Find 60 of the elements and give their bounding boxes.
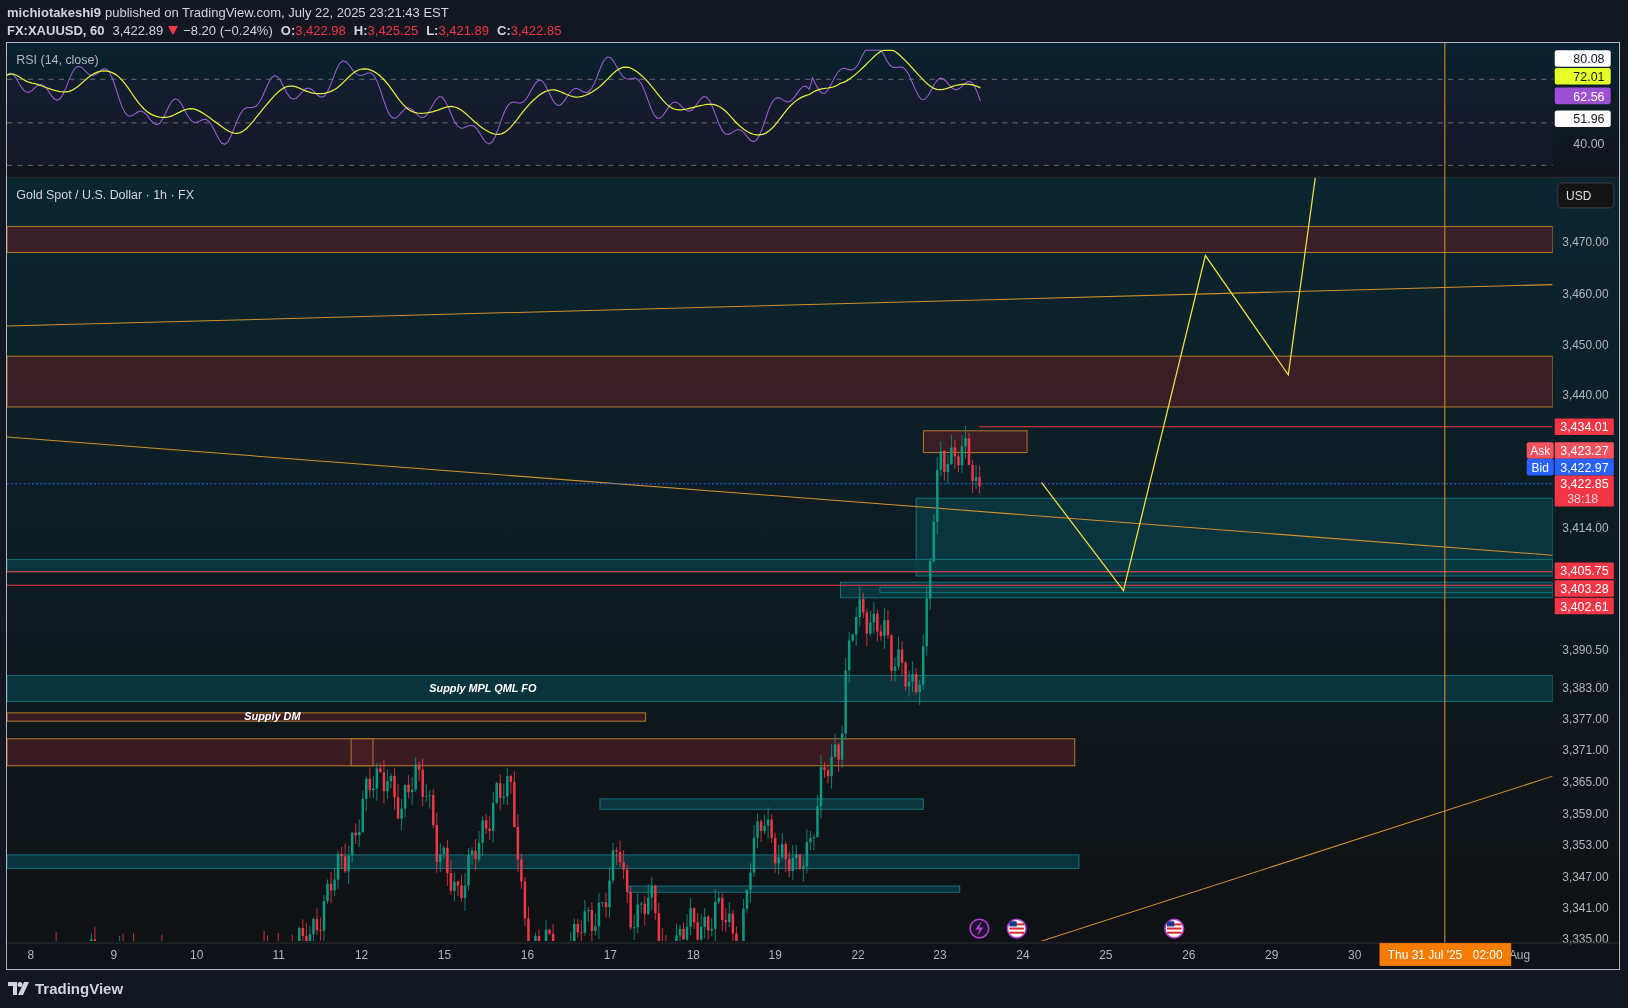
- time-label: 15: [437, 947, 452, 962]
- zone-label: Supply MPL QML FO: [429, 682, 537, 695]
- brand-name[interactable]: TradingView: [35, 979, 124, 997]
- price-tick: 3,353.00: [1562, 837, 1609, 852]
- ohlc-value: 3,421.89: [438, 22, 490, 38]
- time-label: 30: [1348, 947, 1362, 962]
- ohlc-label: O:: [280, 22, 296, 38]
- rsi-value-badge: 51.96: [1554, 110, 1611, 127]
- symbol-interval: FX:XAUUSD, 60: [7, 22, 105, 38]
- price-tick: 3,365.00: [1562, 775, 1609, 790]
- time-label: 29: [1265, 947, 1279, 962]
- author-name[interactable]: michiotakeshi9: [7, 4, 101, 20]
- price-tick: 3,470.00: [1562, 235, 1609, 250]
- currency-button[interactable]: USD: [1557, 182, 1615, 209]
- time-label: 17: [603, 947, 617, 962]
- ohlc-label: C:: [497, 22, 511, 38]
- crosshair-date-badge: Thu 31 Jul '25 02:00: [1379, 943, 1512, 966]
- price-tick: 3,335.00: [1562, 932, 1609, 947]
- ask-tag: Ask: [1526, 442, 1554, 459]
- last-price: 3,422.89: [112, 22, 164, 38]
- price-tick: 3,347.00: [1562, 869, 1609, 884]
- indicator-title: RSI (14, close): [16, 52, 99, 67]
- ohlc-value: 3,422.98: [295, 22, 346, 38]
- time-label: 22: [851, 947, 865, 962]
- time-label: 25: [1099, 947, 1113, 962]
- rsi-scale-value: 40.00: [1573, 136, 1605, 151]
- time-label: 16: [520, 947, 535, 962]
- time-label: 12: [354, 947, 369, 962]
- price-tick: 3,450.00: [1562, 337, 1609, 352]
- price-tick: 3,460.00: [1562, 287, 1609, 302]
- chart-title: Gold Spot / U.S. Dollar · 1h · FX: [16, 187, 194, 202]
- price-tick: 3,377.00: [1562, 712, 1609, 727]
- publish-info: published on TradingView.com, July 22, 2025 23:21:43 EST: [104, 4, 449, 20]
- time-label: 10: [190, 947, 204, 962]
- time-label: 23: [933, 947, 947, 962]
- price-badge: 3,403.28: [1554, 580, 1614, 597]
- ohlc-value: 3,425.25: [367, 22, 419, 38]
- zone-label: Supply DM: [244, 710, 301, 723]
- price-tick: 3,341.00: [1562, 900, 1609, 915]
- price-change: −8.20 (−0.24%): [183, 22, 273, 38]
- price-tick: 3,383.00: [1562, 681, 1609, 696]
- ohlc-label: L:: [426, 22, 439, 38]
- ohlc-label: H:: [353, 22, 368, 38]
- time-label: 8: [27, 947, 35, 962]
- price-tick: 3,440.00: [1562, 387, 1609, 402]
- price-badge: 3,423.27: [1554, 442, 1614, 459]
- time-label: 19: [768, 947, 782, 962]
- time-label: 26: [1182, 947, 1196, 962]
- ohlc-value: 3,422.85: [510, 22, 562, 38]
- time-label: 9: [110, 947, 118, 962]
- price-badge: 3,434.01: [1554, 418, 1614, 435]
- price-tick: 3,390.50: [1562, 642, 1609, 657]
- rsi-value-badge: 80.08: [1554, 50, 1611, 67]
- time-label: 24: [1016, 947, 1030, 962]
- price-tick: 3,359.00: [1562, 806, 1609, 821]
- time-label: 18: [686, 947, 700, 962]
- last-price-badge: 3,422.85 38:18: [1554, 475, 1614, 507]
- price-tick: 3,414.00: [1562, 521, 1609, 536]
- time-label: 11: [272, 947, 285, 962]
- price-tick: 3,371.00: [1562, 743, 1609, 758]
